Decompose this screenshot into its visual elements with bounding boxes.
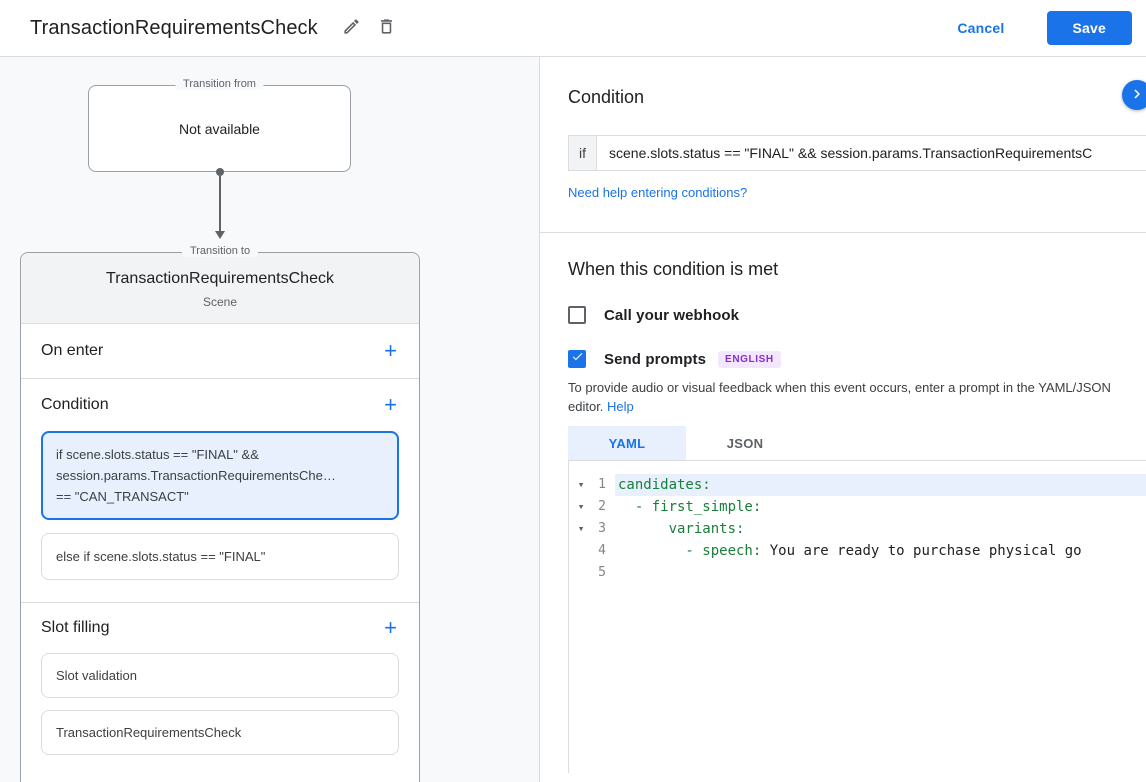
code-line-3: ▾ 3 variants: xyxy=(569,518,1146,540)
save-button[interactable]: Save xyxy=(1046,11,1132,45)
scene-subtitle: Scene xyxy=(202,295,238,309)
condition-text-line: if scene.slots.status == "FINAL" && xyxy=(56,447,259,462)
condition-item-selected[interactable]: if scene.slots.status == "FINAL" && sess… xyxy=(41,431,399,520)
send-prompts-checkbox[interactable] xyxy=(568,350,586,368)
line-number: 2 xyxy=(598,499,606,514)
when-condition-met-heading: When this condition is met xyxy=(568,259,779,279)
code-line-1: ▾ 1 candidates: xyxy=(569,474,1146,496)
add-slot-button[interactable]: + xyxy=(374,613,407,643)
line-number: 1 xyxy=(598,477,606,492)
condition-text-line: else if scene.slots.status == "FINAL" xyxy=(56,549,266,564)
tab-yaml[interactable]: YAML xyxy=(568,426,686,460)
line-number: 5 xyxy=(598,565,606,580)
help-link[interactable]: Help xyxy=(607,399,634,414)
scene-card-header: TransactionRequirementsCheck Scene xyxy=(21,253,419,324)
slot-filling-section-row: Slot filling + xyxy=(21,603,419,653)
code-text: - speech: You are ready to purchase phys… xyxy=(618,543,1082,559)
tab-json[interactable]: JSON xyxy=(686,426,804,460)
transition-from-label: Transition from xyxy=(175,78,264,90)
webhook-row: Call your webhook xyxy=(568,306,1146,324)
condition-section-row: Condition + xyxy=(21,379,419,431)
cancel-button[interactable]: Cancel xyxy=(951,19,1010,37)
condition-help-link[interactable]: Need help entering conditions? xyxy=(568,185,747,201)
code-line-4: 4 - speech: You are ready to purchase ph… xyxy=(569,540,1146,562)
arrow-stem xyxy=(219,176,221,231)
arrow-head-icon xyxy=(215,231,225,239)
main-content: Transition from Not available Transition… xyxy=(0,57,1146,782)
send-prompts-row: Send prompts ENGLISH xyxy=(568,350,1146,368)
scene-editor-app: TransactionRequirementsCheck Cancel Save… xyxy=(0,0,1146,782)
fold-toggle-icon[interactable]: ▾ xyxy=(569,474,593,496)
condition-text-line: == "CAN_TRANSACT" xyxy=(56,489,189,504)
editor-tabs: YAML JSON xyxy=(568,426,1146,460)
call-webhook-label: Call your webhook xyxy=(604,306,740,324)
code-line-5: 5 xyxy=(569,562,1146,584)
fold-toggle-icon xyxy=(569,540,593,562)
prompts-description: To provide audio or visual feedback when… xyxy=(568,378,1134,416)
line-number: 4 xyxy=(598,543,606,558)
transition-to-label: Transition to xyxy=(181,245,259,257)
fold-toggle-icon[interactable]: ▾ xyxy=(569,496,593,518)
slot-item-transaction-check[interactable]: TransactionRequirementsCheck xyxy=(41,710,399,755)
condition-input[interactable] xyxy=(597,135,1146,171)
prompts-description-text: To provide audio or visual feedback when… xyxy=(568,380,1111,414)
scene-title: TransactionRequirementsCheck xyxy=(106,270,334,287)
code-text: candidates: xyxy=(615,474,1146,496)
transition-arrow xyxy=(213,168,227,239)
condition-expression-row: if xyxy=(568,135,1146,171)
scene-graph-panel: Transition from Not available Transition… xyxy=(0,57,540,782)
condition-detail-panel: Condition if Need help entering conditio… xyxy=(540,57,1146,782)
delete-scene-button[interactable] xyxy=(369,12,404,44)
on-enter-section-row: On enter + xyxy=(21,324,419,379)
if-label-chip: if xyxy=(568,135,597,171)
code-line-2: ▾ 2 - first_simple: xyxy=(569,496,1146,518)
page-title: TransactionRequirementsCheck xyxy=(30,16,318,39)
condition-heading: Condition xyxy=(568,87,645,107)
trash-icon xyxy=(377,17,396,39)
transition-from-card: Transition from Not available xyxy=(88,78,351,172)
call-webhook-checkbox[interactable] xyxy=(568,306,586,324)
collapse-panel-button[interactable] xyxy=(1122,80,1146,110)
condition-item-else-if[interactable]: else if scene.slots.status == "FINAL" xyxy=(41,533,399,580)
add-on-enter-button[interactable]: + xyxy=(374,336,407,366)
condition-list: if scene.slots.status == "FINAL" && sess… xyxy=(21,431,419,603)
edit-scene-button[interactable] xyxy=(334,12,369,44)
slot-filling-label: Slot filling xyxy=(41,619,110,636)
arrow-origin-dot xyxy=(216,168,224,176)
yaml-editor[interactable]: ▾ 1 candidates: ▾ 2 - first_simple: ▾ 3 … xyxy=(568,460,1146,773)
language-badge: ENGLISH xyxy=(718,350,781,368)
header-bar: TransactionRequirementsCheck Cancel Save xyxy=(0,0,1146,57)
condition-section-label: Condition xyxy=(41,396,109,413)
condition-text-line: session.params.TransactionRequirementsCh… xyxy=(56,468,336,483)
pencil-icon xyxy=(342,17,361,39)
transition-to-card: Transition to TransactionRequirementsChe… xyxy=(20,245,420,782)
add-condition-button[interactable]: + xyxy=(374,390,407,420)
fold-toggle-icon[interactable]: ▾ xyxy=(569,518,593,540)
slot-item-validation[interactable]: Slot validation xyxy=(41,653,399,698)
send-prompts-label: Send prompts xyxy=(604,350,707,368)
on-enter-label: On enter xyxy=(41,342,104,359)
slot-list: Slot validation TransactionRequirementsC… xyxy=(21,653,419,781)
transition-from-value: Not available xyxy=(179,120,260,137)
section-divider xyxy=(540,232,1146,233)
code-text: variants: xyxy=(618,521,745,537)
check-icon xyxy=(571,350,584,368)
line-number: 3 xyxy=(598,521,606,536)
header-left: TransactionRequirementsCheck xyxy=(30,12,404,44)
code-text: - first_simple: xyxy=(618,499,762,515)
header-actions: Cancel Save xyxy=(951,11,1132,45)
chevron-right-icon xyxy=(1128,85,1146,106)
fold-toggle-icon xyxy=(569,562,593,584)
